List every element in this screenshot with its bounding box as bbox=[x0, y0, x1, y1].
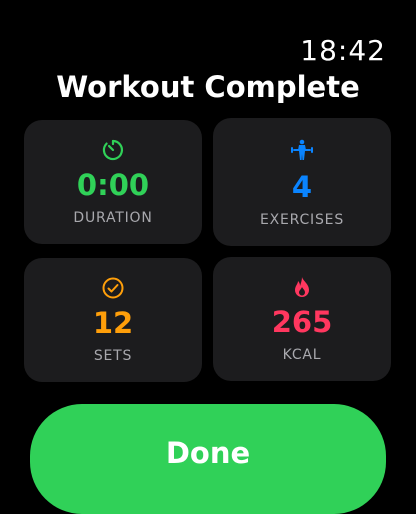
duration-value: 0:00 bbox=[76, 168, 150, 202]
kcal-card: 265 KCAL bbox=[213, 257, 391, 381]
checkmark-circle-icon bbox=[101, 276, 125, 300]
sets-value: 12 bbox=[92, 306, 134, 340]
sets-label: SETS bbox=[93, 348, 133, 364]
duration-card: 0:00 DURATION bbox=[24, 120, 202, 244]
exercises-label: EXERCISES bbox=[259, 212, 345, 228]
status-time: 18:42 bbox=[300, 34, 386, 67]
weightlifter-icon bbox=[290, 138, 314, 162]
kcal-value: 265 bbox=[271, 305, 333, 339]
sets-card: 12 SETS bbox=[24, 258, 202, 382]
kcal-label: KCAL bbox=[282, 347, 322, 363]
done-button[interactable]: Done bbox=[30, 404, 386, 514]
exercises-card: 4 EXERCISES bbox=[213, 118, 391, 246]
exercises-value: 4 bbox=[291, 170, 313, 204]
page-title: Workout Complete bbox=[56, 70, 360, 104]
flame-icon bbox=[290, 275, 314, 299]
duration-label: DURATION bbox=[73, 210, 153, 226]
timer-icon bbox=[101, 138, 125, 162]
